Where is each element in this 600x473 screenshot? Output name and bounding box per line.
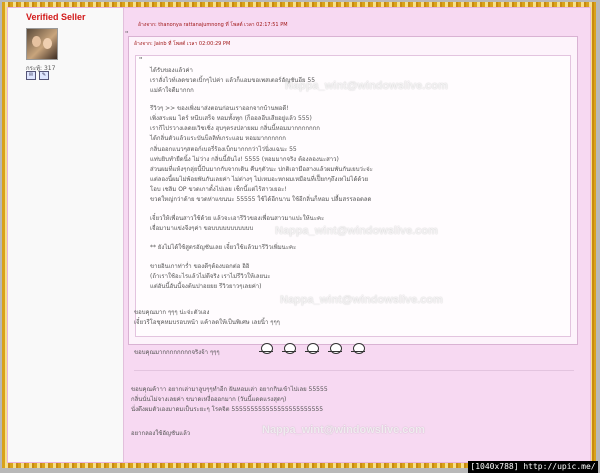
- quote-line: แท่บยิบทำยืดนิ้ง ไม่ว่าง กลิ่นนี้ยันไง! …: [150, 156, 339, 163]
- watermark: Nappa_wint@windowslive.com: [275, 225, 438, 237]
- avatar[interactable]: [26, 28, 58, 60]
- post-quote-header: อ้างจาก: thanonya rattanajumnong ที่ โพส…: [138, 22, 288, 28]
- avatar-face-right: [43, 38, 52, 49]
- quote-line: ** ยังไม่ได้ใช้สูตรอัญชันเลย เจี๋ยวใช้แล…: [150, 244, 297, 251]
- quote-line: ขายอินเกาท่าร่ำ ของดีๆต้องบอกต่อ อิอิ: [150, 263, 250, 270]
- pig-emote-icon: [350, 342, 366, 356]
- emoticon-row: [258, 342, 366, 356]
- quote-line: เพิ่งสระผม ไดร์ หนีบเสร็จ หอมทั้งทุก (ก็…: [150, 115, 312, 122]
- reply-text: นั่งดึงผมตัวเองมาดมเป็นระยะๆ โรคจิต 5555…: [131, 406, 324, 413]
- quote-line: แม่ค้าใจดีมากกก: [150, 87, 194, 94]
- quote-line: (ถ้าเราใช้อะไรแล้วไม่ดีจริง เราไม่รีวิวใ…: [150, 273, 271, 280]
- quote-line: ขวดใหญ่กว่าด้าย ขวดห่าแขนนะ 55555 ใช้ได้…: [150, 196, 372, 203]
- watermark: Nappa_wint@windowslive.com: [262, 424, 425, 436]
- quote-line: โอบ เชลิม OP ขวดเกาตั้งไปเลย เช็กนี้แต่ไ…: [150, 186, 287, 193]
- post-divider: [134, 370, 574, 371]
- nested-quote-mark: ": [139, 56, 143, 64]
- pig-emote-icon: [304, 342, 320, 356]
- quote-line: เรากีไปรวางเลดยเวิชเชิ่ง ฮุบๆตรงปลายผม ก…: [150, 125, 320, 132]
- quote-line: รีวิวๆ >> ของเพิ่งมาส่งตอนก่อนเราออกจากบ…: [150, 105, 289, 112]
- quote-line: กลิ่นออกแนวๆสตอก์เบอรี่ร้องเบ็กมากกกว่าไ…: [150, 146, 297, 153]
- pig-emote-icon: [281, 342, 297, 356]
- avatar-face-left: [32, 36, 41, 47]
- message-icon[interactable]: ✎: [39, 71, 49, 80]
- reply-thanks: ขอบคุณมากกกกกกกกจริงจ้า ๆๆๆ: [134, 349, 220, 356]
- reply-text: ขอบคุณค้าาา อยากเล่ามาลูบๆๆทำอีก ฝันหอมเ…: [131, 386, 328, 393]
- watermark: Nappa_wint@windowslive.com: [280, 294, 443, 306]
- reply-text: เจี๋ยวรีโอชุคหมบรอบหน้า แค้าลดให้เป็นพิเ…: [134, 319, 280, 326]
- nested-quote-header: อ้างจาก: Jainb ที่ โพสต์ เวลา 02:00:29 P…: [134, 41, 231, 47]
- reply-text: กลิ่นนั่นไม่จางเลยค่า ขนาดเหงื่อออกมาก (…: [131, 396, 287, 403]
- quote-line: เจี๋ยวให้เพื่อนสาวใช้ด้วย แล้วจะเอารีวิว…: [150, 215, 325, 222]
- watermark: Nappa_wint@windowslive.com: [285, 80, 448, 92]
- quote-line: เจื่อมามาแข่งจีงๆค่า ขอบบบบบบบบบบบ: [150, 225, 254, 232]
- reply-text: อยากลองใช้อัญชันแล้ว: [131, 430, 191, 437]
- pig-emote-icon: [327, 342, 343, 356]
- quote-line: ส่วนผมที่แห้งๆกลุ่ยนี้บีนมากกับจากเดิน ค…: [150, 166, 373, 173]
- user-sidebar: Verified Seller กระทู้: 317 ✉ ✎: [8, 8, 124, 462]
- pig-emote-icon: [258, 342, 274, 356]
- reply-text: ขอบคุณมาก ๆๆๆ น่ะจ่ะตัวเอง: [134, 309, 210, 316]
- quote-line: แต่ลองนี้ผมไม่พ้อยพันกันเลยค่า ไม่ต่างๆ …: [150, 176, 369, 183]
- image-host-credit: [1040x788] http://upic.me/: [468, 461, 598, 473]
- user-contact-icons: ✉ ✎: [26, 71, 49, 80]
- verified-seller-badge: Verified Seller: [26, 12, 86, 22]
- quote-line: ได้รับของแล้วค่า: [150, 67, 193, 74]
- quote-line: แต่อันนี้อันนี้จงต้นปาอยยย รีวิวยาวๆเลยค…: [150, 283, 262, 290]
- quote-line: ได้กลิ่นตัวแล้วแระบันบ็ลลิท์เกระแอม หอมม…: [150, 135, 286, 142]
- mail-icon[interactable]: ✉: [26, 71, 36, 80]
